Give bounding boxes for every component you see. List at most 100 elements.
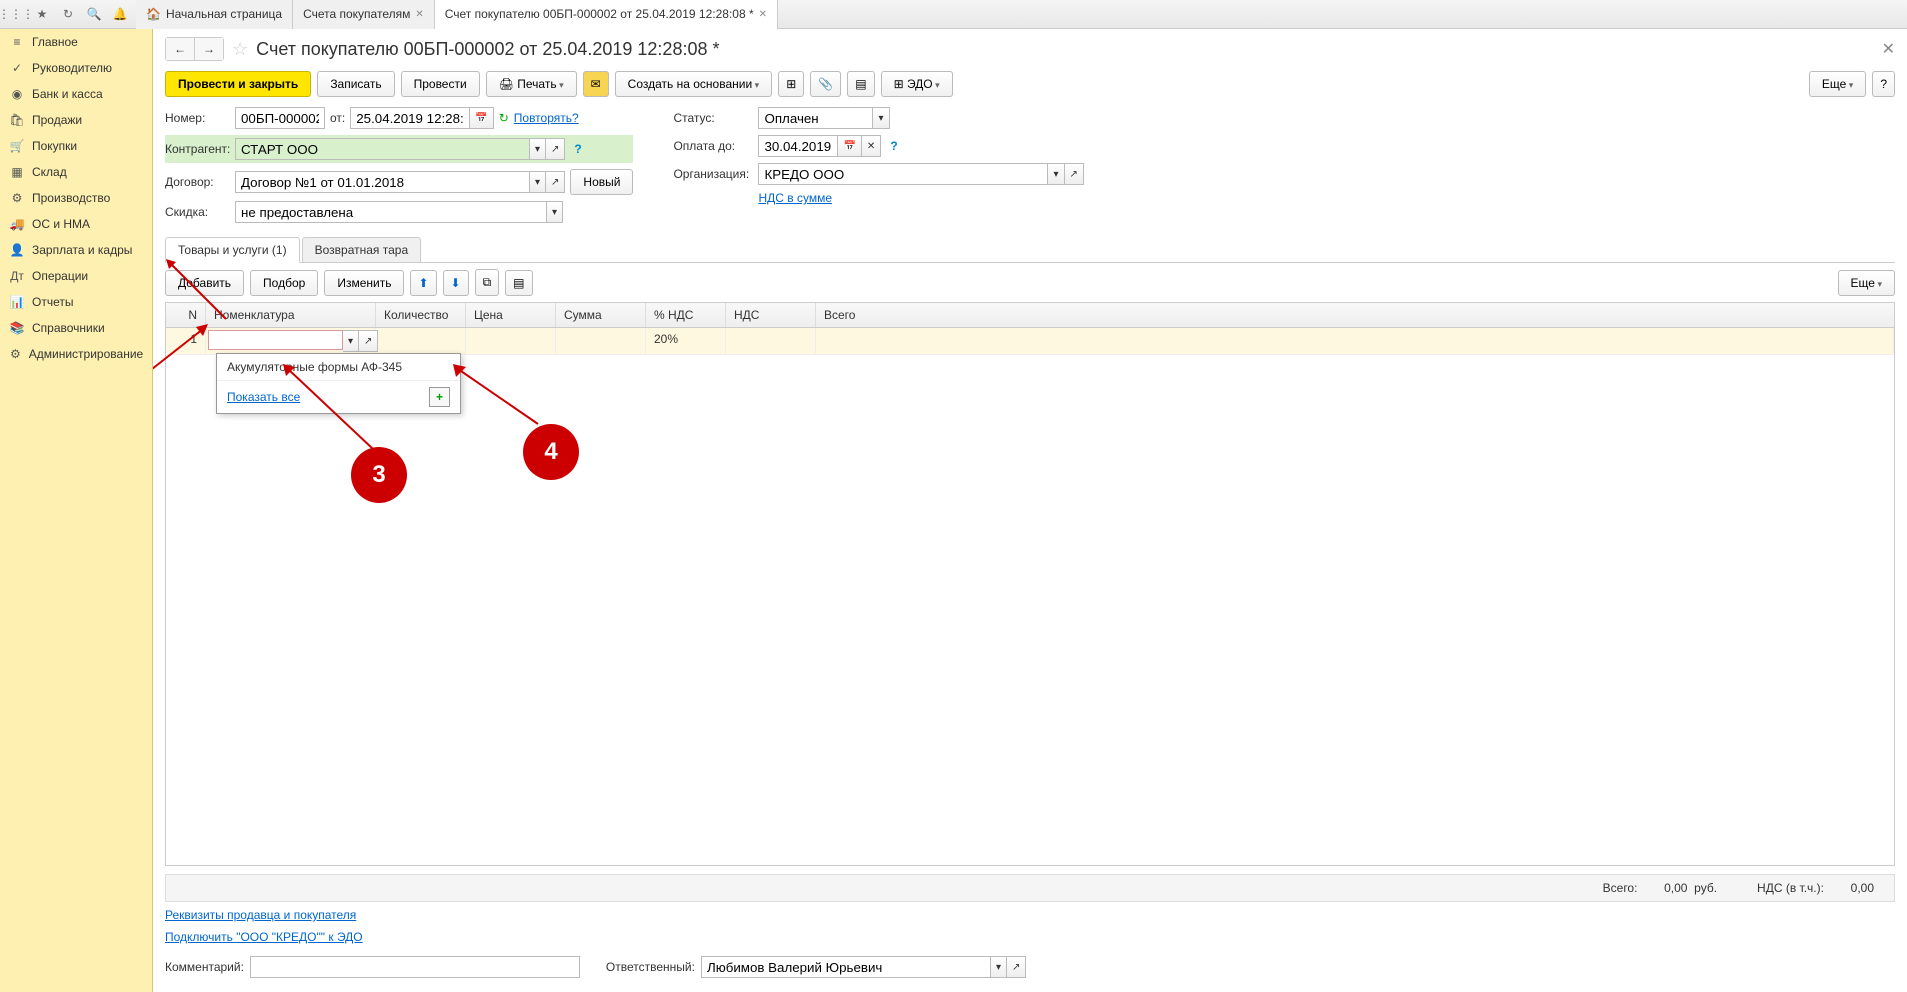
dropdown-icon[interactable]: ▾ xyxy=(530,171,546,193)
copy-button[interactable]: ⧉ xyxy=(475,269,500,296)
action-toolbar: Провести и закрыть Записать Провести 🖨 П… xyxy=(165,71,1895,97)
paid-until-input[interactable] xyxy=(758,135,838,157)
open-icon[interactable]: ↗ xyxy=(546,138,565,160)
counterparty-input[interactable] xyxy=(235,138,530,160)
responsible-input[interactable] xyxy=(701,956,991,978)
dropdown-icon[interactable]: ▾ xyxy=(991,956,1007,978)
add-new-button[interactable]: + xyxy=(429,387,450,407)
email-button[interactable]: ✉ xyxy=(583,71,609,97)
help-icon[interactable]: ? xyxy=(886,139,901,153)
help-icon[interactable]: ? xyxy=(570,142,585,156)
list-button[interactable]: ▤ xyxy=(847,71,874,97)
sidebar-item-admin[interactable]: ⚙Администрирование xyxy=(0,341,152,367)
table-more-button[interactable]: Еще xyxy=(1838,270,1895,296)
dropdown-item[interactable]: Акумуляторные формы АФ-345 xyxy=(217,354,460,380)
bell-icon[interactable]: 🔔 xyxy=(112,6,128,22)
cell-nomenclature[interactable]: ▾ ↗ xyxy=(206,328,376,354)
back-button[interactable]: ← xyxy=(166,38,195,60)
org-input[interactable] xyxy=(758,163,1048,185)
attachment-button[interactable]: 📎 xyxy=(810,71,841,97)
favorite-icon[interactable]: ☆ xyxy=(232,39,248,60)
calendar-icon[interactable]: 📅 xyxy=(838,135,861,157)
sidebar-item-production[interactable]: ⚙Производство xyxy=(0,185,152,211)
print-button[interactable]: 🖨 Печать xyxy=(486,71,577,97)
close-icon[interactable]: ✕ xyxy=(759,9,767,20)
seller-details-link[interactable]: Реквизиты продавца и покупателя xyxy=(165,908,356,922)
cell-vat[interactable] xyxy=(726,328,816,354)
dropdown-icon[interactable]: ▾ xyxy=(547,201,563,223)
calendar-icon[interactable]: 📅 xyxy=(470,107,493,129)
repeat-link[interactable]: Повторять? xyxy=(514,111,579,125)
sidebar-item-reports[interactable]: 📊Отчеты xyxy=(0,289,152,315)
more-button[interactable]: Еще xyxy=(1809,71,1866,97)
sidebar-item-sales[interactable]: 🛍Продажи xyxy=(0,107,152,133)
dropdown-icon[interactable]: ▾ xyxy=(1048,163,1064,185)
sidebar-item-bank[interactable]: ◉Банк и касса xyxy=(0,81,152,107)
open-icon[interactable]: ↗ xyxy=(1007,956,1026,978)
cell-sum[interactable] xyxy=(556,328,646,354)
tab-current-invoice[interactable]: Счет покупателю 00БП-000002 от 25.04.201… xyxy=(435,0,778,30)
date-input[interactable] xyxy=(350,107,470,129)
edo-connect-link[interactable]: Подключить "ООО "КРЕДО"" к ЭДО xyxy=(165,930,363,944)
close-icon[interactable]: ✕ xyxy=(415,9,423,20)
paste-button[interactable]: ▤ xyxy=(505,270,532,296)
create-based-button[interactable]: Создать на основании xyxy=(615,71,773,97)
sidebar-item-assets[interactable]: 🚚ОС и НМА xyxy=(0,211,152,237)
cell-total[interactable] xyxy=(816,328,1894,354)
show-all-link[interactable]: Показать все xyxy=(227,390,300,404)
cell-vat-rate[interactable]: 20% xyxy=(646,328,726,354)
post-button[interactable]: Провести xyxy=(401,71,480,97)
home-icon: 🏠 xyxy=(146,7,161,21)
dropdown-icon[interactable]: ▾ xyxy=(530,138,546,160)
new-contract-button[interactable]: Новый xyxy=(570,169,633,195)
apps-icon[interactable]: ⋮⋮⋮ xyxy=(8,6,24,22)
structure-button[interactable]: ⊞ xyxy=(778,71,804,97)
edit-button[interactable]: Изменить xyxy=(324,270,404,296)
cell-qty[interactable] xyxy=(376,328,466,354)
select-button[interactable]: Подбор xyxy=(250,270,318,296)
contract-input[interactable] xyxy=(235,171,530,193)
sidebar-item-directories[interactable]: 📚Справочники xyxy=(0,315,152,341)
sidebar-item-main[interactable]: ≡Главное xyxy=(0,29,152,55)
dropdown-icon[interactable]: ▾ xyxy=(343,330,359,352)
dropdown-icon[interactable]: ▾ xyxy=(873,107,889,129)
sidebar-item-warehouse[interactable]: ▦Склад xyxy=(0,159,152,185)
number-input[interactable] xyxy=(235,107,325,129)
tab-goods[interactable]: Товары и услуги (1) xyxy=(165,237,300,263)
th-price: Цена xyxy=(466,303,556,327)
star-icon[interactable]: ★ xyxy=(34,6,50,22)
sidebar-item-label: Руководителю xyxy=(32,61,112,75)
history-icon[interactable]: ↻ xyxy=(60,6,76,22)
clear-icon[interactable]: ✕ xyxy=(862,135,881,157)
add-button[interactable]: Добавить xyxy=(165,270,244,296)
edo-label: ЭДО xyxy=(907,77,933,91)
forward-button[interactable]: → xyxy=(195,38,223,60)
number-label: Номер: xyxy=(165,111,230,125)
comment-input[interactable] xyxy=(250,956,580,978)
sidebar-item-manager[interactable]: ✓Руководителю xyxy=(0,55,152,81)
save-button[interactable]: Записать xyxy=(317,71,394,97)
books-icon: 📚 xyxy=(10,321,24,335)
edo-button[interactable]: ⊞ ЭДО xyxy=(881,71,953,97)
help-button[interactable]: ? xyxy=(1872,71,1895,97)
table-row[interactable]: 1 ▾ ↗ 20% xyxy=(166,328,1894,355)
tab-home[interactable]: 🏠 Начальная страница xyxy=(136,0,293,29)
close-icon[interactable]: ✕ xyxy=(1882,39,1895,59)
discount-input[interactable] xyxy=(235,201,547,223)
cell-price[interactable] xyxy=(466,328,556,354)
tab-containers[interactable]: Возвратная тара xyxy=(302,237,422,262)
move-up-button[interactable]: ⬆ xyxy=(410,270,436,296)
sidebar-item-purchases[interactable]: 🛒Покупки xyxy=(0,133,152,159)
move-down-button[interactable]: ⬇ xyxy=(443,270,469,296)
post-and-close-button[interactable]: Провести и закрыть xyxy=(165,71,311,97)
total-value: 0,00 xyxy=(1664,881,1687,895)
open-icon[interactable]: ↗ xyxy=(1065,163,1084,185)
tab-invoices[interactable]: Счета покупателям ✕ xyxy=(293,0,435,29)
sidebar-item-operations[interactable]: ДтОперации xyxy=(0,263,152,289)
vat-link[interactable]: НДС в сумме xyxy=(758,191,832,205)
nomenclature-input[interactable] xyxy=(208,330,343,350)
status-input[interactable] xyxy=(758,107,873,129)
sidebar-item-salary[interactable]: 👤Зарплата и кадры xyxy=(0,237,152,263)
search-icon[interactable]: 🔍 xyxy=(86,6,102,22)
open-icon[interactable]: ↗ xyxy=(546,171,565,193)
